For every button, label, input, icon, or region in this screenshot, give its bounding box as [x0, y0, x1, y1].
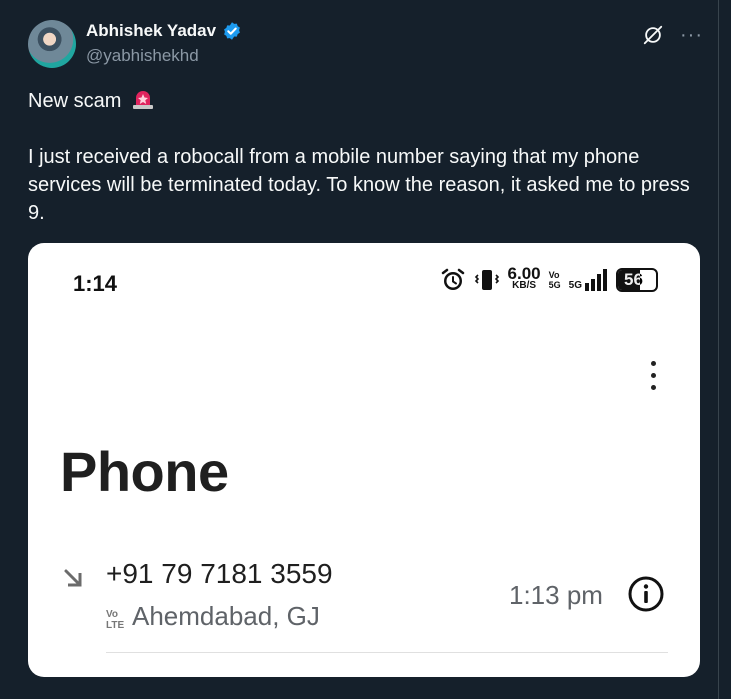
battery-level: 56	[624, 270, 643, 289]
tweet-text: New scam I just received a robocall from…	[28, 87, 698, 227]
status-bar-icons: 6.00 KB/S Vo 5G 5G 56	[440, 264, 658, 293]
info-icon[interactable]	[627, 575, 665, 613]
call-log-row[interactable]: +91 79 7181 3559 Vo LTE Ahemdabad, GJ 1:…	[28, 553, 700, 653]
tweet-line-1: New scam	[28, 87, 698, 115]
tweet-media-screenshot[interactable]: 1:14 6.00 KB/S Vo 5G 5G 56 Phone +91 79 …	[28, 243, 700, 677]
tweet-actions-top: ···	[642, 24, 703, 46]
signal-bars-icon	[585, 269, 607, 291]
status-bar-time: 1:14	[73, 271, 118, 296]
grok-icon[interactable]	[642, 24, 664, 46]
app-title: Phone	[60, 440, 229, 503]
author-name[interactable]: Abhishek Yadav	[86, 21, 216, 41]
incoming-call-arrow-icon	[64, 569, 82, 587]
tweet-card: Abhishek Yadav @yabhishekhd ··· New scam…	[0, 0, 731, 699]
volte-badge-top: Vo	[106, 609, 119, 620]
timeline-border	[718, 0, 719, 699]
volte-indicator: Vo 5G	[549, 270, 561, 290]
alarm-icon	[441, 268, 464, 290]
call-time: 1:13 pm	[509, 580, 603, 610]
vibrate-icon	[474, 270, 499, 290]
author-name-row: Abhishek Yadav	[86, 21, 242, 41]
verified-badge-icon	[224, 22, 241, 40]
network-speed-value: 6.00	[507, 264, 541, 283]
avatar[interactable]	[28, 20, 76, 68]
row-divider	[106, 652, 668, 653]
kebab-menu-icon[interactable]	[648, 361, 658, 397]
tweet-body: I just received a robocall from a mobile…	[28, 146, 690, 224]
signal-indicator: 5G	[569, 269, 608, 291]
tweet-headline: New scam	[28, 90, 122, 112]
network-type-label: 5G	[568, 280, 582, 291]
caller-number: +91 79 7181 3559	[106, 558, 333, 589]
battery-indicator: 56	[616, 268, 658, 292]
volte-indicator-bottom: 5G	[548, 280, 561, 290]
volte-indicator-top: Vo	[548, 270, 560, 280]
network-speed: 6.00 KB/S	[507, 264, 541, 292]
siren-icon	[132, 91, 153, 109]
author-handle[interactable]: @yabhishekhd	[86, 46, 199, 66]
volte-badge: Vo LTE	[106, 609, 124, 631]
more-options-icon[interactable]: ···	[680, 25, 703, 45]
network-speed-unit: KB/S	[512, 280, 537, 291]
caller-location: Ahemdabad, GJ	[132, 601, 320, 631]
volte-badge-bottom: LTE	[106, 620, 125, 631]
